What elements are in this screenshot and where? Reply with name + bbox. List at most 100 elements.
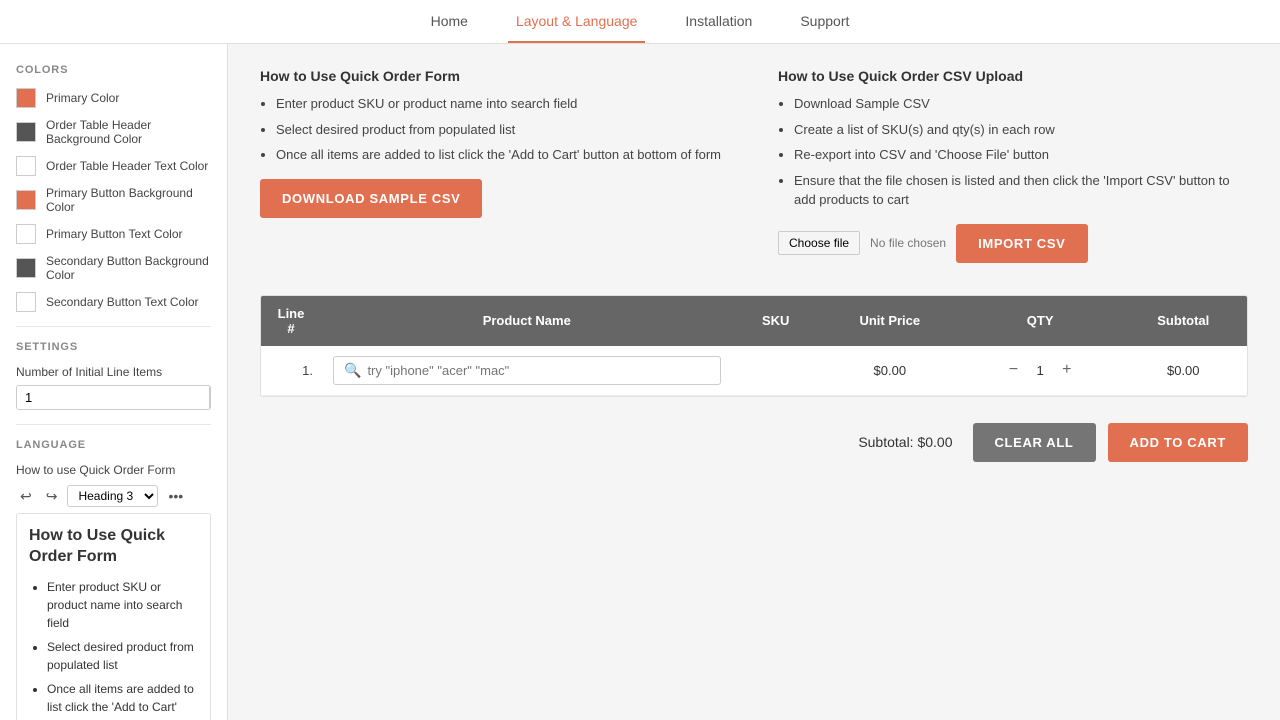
line-items-input-wrap: ▲ ▼ [16, 385, 211, 410]
divider-1 [16, 326, 211, 327]
table-cell-subtotal: $0.00 [1120, 346, 1247, 396]
divider-2 [16, 424, 211, 425]
table-cell-unit-price: $0.00 [819, 346, 961, 396]
heading-select[interactable]: Heading 3 Heading 1 Heading 2 Heading 4 … [67, 485, 158, 507]
how-to-csv-step: Re-export into CSV and 'Choose File' but… [794, 145, 1248, 165]
subtotal-text: Subtotal: $0.00 [858, 434, 952, 450]
table-cell-line: 1. [261, 346, 321, 396]
import-csv-button[interactable]: IMPORT CSV [956, 224, 1087, 263]
editor-list-item: Once all items are added to list click t… [47, 680, 198, 720]
nav-layout-language[interactable]: Layout & Language [508, 0, 645, 43]
sidebar: COLORS Primary Color Order Table Header B… [0, 44, 228, 720]
csv-import-row: Choose file No file chosen IMPORT CSV [778, 224, 1248, 263]
main-content: How to Use Quick Order Form Enter produc… [228, 44, 1280, 720]
language-section-title: LANGUAGE [16, 439, 211, 451]
editor-content: How to Use Quick Order Form Enter produc… [16, 513, 211, 720]
color-label-primary-color: Primary Color [46, 91, 119, 105]
table-header-line-num: Line # [261, 296, 321, 346]
table-header-sku: SKU [733, 296, 819, 346]
how-to-label: How to use Quick Order Form [16, 463, 211, 477]
qty-controls: −1 + [973, 362, 1108, 378]
add-to-cart-button[interactable]: ADD TO CART [1108, 423, 1248, 462]
color-label-secondary-button-text: Secondary Button Text Color [46, 295, 199, 309]
color-item-order-table-header-bg: Order Table Header Background Color [16, 118, 211, 146]
no-file-text: No file chosen [870, 236, 946, 250]
how-to-form-step: Once all items are added to list click t… [276, 145, 730, 165]
how-to-csv-col: How to Use Quick Order CSV Upload Downlo… [778, 68, 1248, 267]
editor-list-item: Select desired product from populated li… [47, 638, 198, 674]
choose-file-button[interactable]: Choose file [778, 231, 860, 255]
color-label-secondary-button-bg: Secondary Button Background Color [46, 254, 211, 282]
header-row: Line #Product NameSKUUnit PriceQTYSubtot… [261, 296, 1247, 346]
table-header-unit-price: Unit Price [819, 296, 961, 346]
undo-button[interactable]: ↩ [16, 486, 36, 507]
order-table-wrap: Line #Product NameSKUUnit PriceQTYSubtot… [260, 295, 1248, 397]
color-swatch-secondary-button-text[interactable] [16, 292, 36, 312]
more-options-button[interactable]: ••• [164, 486, 187, 506]
qty-minus-button[interactable]: − [1005, 362, 1022, 378]
nav-installation[interactable]: Installation [677, 0, 760, 43]
how-to-csv-step: Download Sample CSV [794, 94, 1248, 114]
how-to-form-col: How to Use Quick Order Form Enter produc… [260, 68, 730, 267]
clear-all-button[interactable]: CLEAR ALL [973, 423, 1096, 462]
table-cell-sku [733, 346, 819, 396]
nav-home[interactable]: Home [423, 0, 476, 43]
top-navigation: Home Layout & Language Installation Supp… [0, 0, 1280, 44]
color-label-primary-button-text: Primary Button Text Color [46, 227, 183, 241]
order-table: Line #Product NameSKUUnit PriceQTYSubtot… [261, 296, 1247, 396]
download-sample-csv-button[interactable]: DOWNLOAD SAMPLE CSV [260, 179, 482, 218]
table-row: 1. 🔍 $0.00 −1 + $0.00 [261, 346, 1247, 396]
search-input-wrap: 🔍 [333, 356, 721, 385]
color-label-order-table-header-text: Order Table Header Text Color [46, 159, 208, 173]
color-swatch-primary-button-bg[interactable] [16, 190, 36, 210]
qty-plus-button[interactable]: + [1058, 362, 1075, 378]
color-swatch-primary-button-text[interactable] [16, 224, 36, 244]
nav-support[interactable]: Support [792, 0, 857, 43]
color-item-secondary-button-bg: Secondary Button Background Color [16, 254, 211, 282]
how-to-form-list: Enter product SKU or product name into s… [260, 94, 730, 165]
color-swatch-secondary-button-bg[interactable] [16, 258, 36, 278]
color-item-order-table-header-text: Order Table Header Text Color [16, 156, 211, 176]
instructions-row: How to Use Quick Order Form Enter produc… [260, 68, 1248, 267]
qty-value: 1 [1030, 363, 1050, 378]
table-footer: Subtotal: $0.00 CLEAR ALL ADD TO CART [260, 413, 1248, 472]
how-to-csv-list: Download Sample CSV Create a list of SKU(… [778, 94, 1248, 210]
color-item-primary-button-text: Primary Button Text Color [16, 224, 211, 244]
settings-section-title: SETTINGS [16, 341, 211, 353]
color-label-primary-button-bg: Primary Button Background Color [46, 186, 211, 214]
line-items-label: Number of Initial Line Items [16, 365, 211, 379]
spinner-up[interactable]: ▲ [210, 386, 211, 398]
editor-heading: How to Use Quick Order Form [29, 526, 198, 568]
product-search-input[interactable] [367, 363, 709, 378]
table-header-product-name: Product Name [321, 296, 733, 346]
color-swatch-order-table-header-text[interactable] [16, 156, 36, 176]
colors-section-title: COLORS [16, 64, 211, 76]
color-items: Primary Color Order Table Header Backgrou… [16, 88, 211, 312]
table-cell-product: 🔍 [321, 346, 733, 396]
color-swatch-order-table-header-bg[interactable] [16, 122, 36, 142]
line-items-setting: Number of Initial Line Items ▲ ▼ [16, 365, 211, 410]
how-to-csv-title: How to Use Quick Order CSV Upload [778, 68, 1248, 84]
line-items-input[interactable] [17, 386, 209, 409]
how-to-form-step: Enter product SKU or product name into s… [276, 94, 730, 114]
editor-list: Enter product SKU or product name into s… [29, 578, 198, 720]
how-to-csv-step: Ensure that the file chosen is listed an… [794, 171, 1248, 210]
language-section: LANGUAGE How to use Quick Order Form ↩ ↪… [16, 439, 211, 720]
color-item-secondary-button-text: Secondary Button Text Color [16, 292, 211, 312]
color-swatch-primary-color[interactable] [16, 88, 36, 108]
how-to-form-title: How to Use Quick Order Form [260, 68, 730, 84]
how-to-csv-step: Create a list of SKU(s) and qty(s) in ea… [794, 120, 1248, 140]
redo-button[interactable]: ↪ [42, 486, 62, 507]
table-header-subtotal: Subtotal [1120, 296, 1247, 346]
table-cell-qty: −1 + [961, 346, 1120, 396]
table-header-qty: QTY [961, 296, 1120, 346]
number-spinners: ▲ ▼ [209, 386, 211, 409]
order-table-body: 1. 🔍 $0.00 −1 + $0.00 [261, 346, 1247, 396]
main-layout: COLORS Primary Color Order Table Header B… [0, 44, 1280, 720]
color-item-primary-color: Primary Color [16, 88, 211, 108]
editor-list-item: Enter product SKU or product name into s… [47, 578, 198, 632]
editor-toolbar: ↩ ↪ Heading 3 Heading 1 Heading 2 Headin… [16, 485, 211, 507]
color-label-order-table-header-bg: Order Table Header Background Color [46, 118, 211, 146]
spinner-down[interactable]: ▼ [210, 398, 211, 409]
how-to-form-step: Select desired product from populated li… [276, 120, 730, 140]
